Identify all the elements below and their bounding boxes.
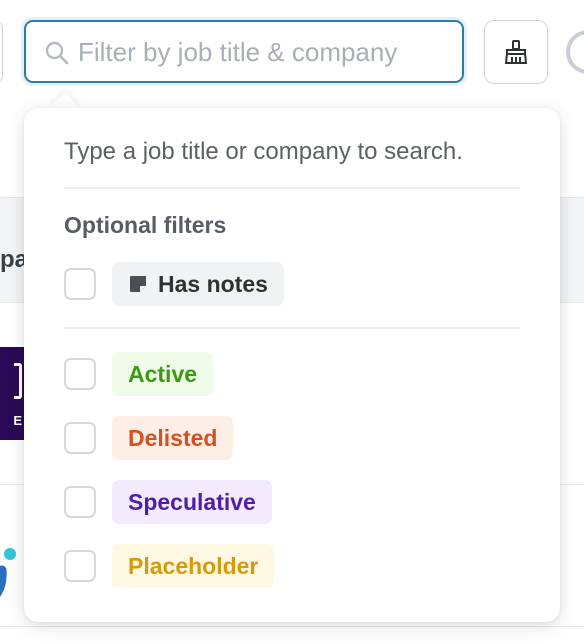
status-badge-placeholder[interactable]: Placeholder: [112, 544, 275, 588]
search-dropdown: Type a job title or company to search. O…: [24, 108, 560, 622]
has-notes-label: Has notes: [158, 270, 268, 297]
status-badge-active[interactable]: Active: [112, 352, 214, 396]
company-logo: E: [0, 347, 24, 440]
optional-filters-title: Optional filters: [64, 212, 227, 238]
filter-row-speculative[interactable]: Speculative: [64, 480, 272, 524]
status-badge-speculative[interactable]: Speculative: [112, 480, 272, 524]
avatar[interactable]: [566, 30, 584, 74]
clear-filters-button[interactable]: [484, 20, 548, 84]
status-badge-delisted[interactable]: Delisted: [112, 416, 234, 460]
has-notes-checkbox[interactable]: [64, 268, 96, 300]
active-checkbox[interactable]: [64, 358, 96, 390]
filter-row-placeholder[interactable]: Placeholder: [64, 544, 275, 588]
delisted-checkbox[interactable]: [64, 422, 96, 454]
search-field[interactable]: [24, 20, 464, 83]
broom-icon: [504, 40, 528, 64]
speculative-checkbox[interactable]: [64, 486, 96, 518]
company-logo: [0, 548, 16, 597]
status-label: Delisted: [128, 424, 218, 451]
adjacent-control-edge[interactable]: [0, 22, 3, 82]
filter-row-has-notes[interactable]: Has notes: [64, 262, 284, 306]
table-row-divider: [0, 626, 584, 627]
status-label: Placeholder: [128, 552, 259, 579]
filter-row-delisted[interactable]: Delisted: [64, 416, 234, 460]
filter-row-active[interactable]: Active: [64, 352, 214, 396]
placeholder-checkbox[interactable]: [64, 550, 96, 582]
has-notes-chip[interactable]: Has notes: [112, 262, 284, 306]
note-icon: [130, 276, 146, 292]
search-hint: Type a job title or company to search.: [64, 138, 463, 165]
status-label: Speculative: [128, 488, 256, 515]
status-label: Active: [128, 360, 198, 387]
search-icon: [45, 41, 69, 65]
divider: [64, 187, 520, 189]
search-input[interactable]: [78, 32, 450, 72]
divider: [64, 327, 520, 329]
